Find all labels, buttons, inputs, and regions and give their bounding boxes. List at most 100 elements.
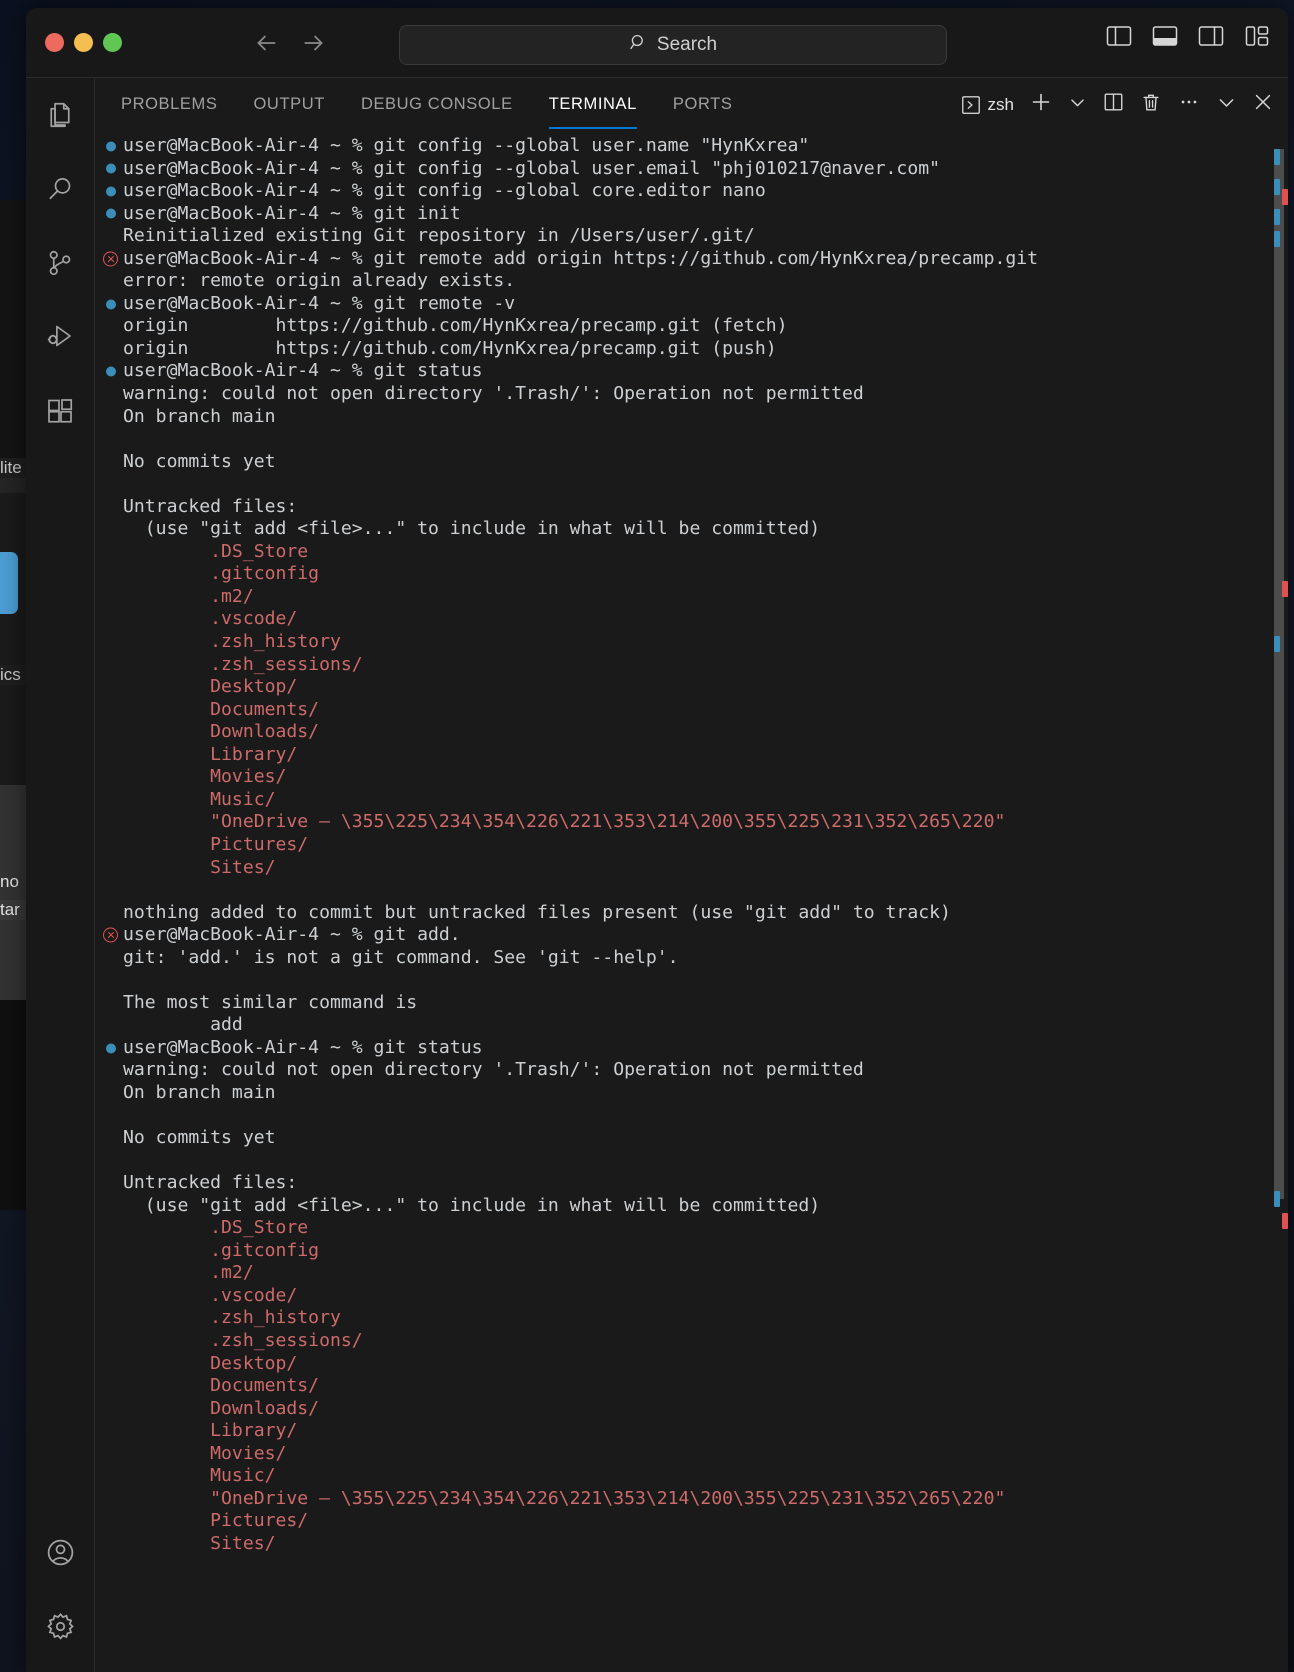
terminal-line [95,473,1270,496]
terminal-line: Movies/ [95,1443,1270,1466]
toggle-panel-icon[interactable] [1152,24,1178,48]
tab-ports[interactable]: PORTS [673,78,733,131]
overview-ruler-error-mark [1282,581,1288,597]
terminal-line: user@MacBook-Air-4 ~ % git init [95,203,1270,226]
terminal-line: add [95,1014,1270,1037]
terminal-scrollbar-thumb[interactable] [1274,149,1284,1199]
overview-ruler-error-mark [1282,1213,1288,1229]
terminal-line-text: Movies/ [123,766,287,788]
terminal-line-text: .zsh_history [123,1307,341,1329]
terminal-line-text: (use "git add <file>..." to include in w… [123,1194,821,1216]
activity-bar-bottom [26,1515,94,1663]
sidebar-item-manage-settings[interactable] [26,1589,94,1663]
run-debug-icon [45,322,75,352]
terminal-line: .vscode/ [95,1285,1270,1308]
terminal-line: error: remote origin already exists. [95,270,1270,293]
close-panel-close-icon[interactable] [1252,91,1274,118]
minimize-window-button[interactable] [74,33,93,52]
terminal-line-text: (use "git add <file>..." to include in w… [123,518,821,540]
navigation-buttons [253,30,327,56]
files-icon [45,100,75,130]
terminal-line-gutter [103,748,118,763]
tab-problems[interactable]: PROBLEMS [121,78,218,131]
new-terminal-button[interactable] [1029,90,1053,119]
terminal-line-text: user@MacBook-Air-4 ~ % git status [123,360,483,382]
terminal-line-text: .zsh_sessions/ [123,1329,363,1351]
terminal-line: .DS_Store [95,1217,1270,1240]
terminal-line: Pictures/ [95,1510,1270,1533]
background-window-text-fragment-4: tar [0,900,26,920]
terminal-line-gutter [103,770,118,785]
terminal-shell-selector[interactable]: zsh [960,94,1014,116]
account-icon [45,1537,76,1568]
hide-panel-chevron-down-icon[interactable] [1216,92,1237,118]
sidebar-item-explorer[interactable] [26,78,94,152]
tab-output[interactable]: OUTPUT [254,78,325,131]
more-actions-ellipsis-icon[interactable] [1177,91,1201,118]
background-window-top-region [0,200,26,458]
terminal-line: .zsh_sessions/ [95,1330,1270,1353]
terminal-line: Downloads/ [95,1398,1270,1421]
terminal-scrollbar[interactable] [1270,131,1288,1672]
search-icon [45,174,75,204]
shell-name-label: zsh [987,94,1014,114]
toggle-secondary-sidebar-icon[interactable] [1198,24,1224,48]
sidebar-item-search[interactable] [26,152,94,226]
terminal-line: .gitconfig [95,563,1270,586]
split-terminal-button[interactable] [1102,91,1125,118]
terminal-line: Untracked files: [95,1172,1270,1195]
command-decoration-success-icon [103,364,118,379]
new-terminal-dropdown-chevron-down-icon[interactable] [1068,93,1087,117]
terminal-line: git: 'add.' is not a git command. See 'g… [95,947,1270,970]
terminal-line: Library/ [95,1420,1270,1443]
back-arrow-icon[interactable] [253,30,279,56]
terminal-line: Downloads/ [95,721,1270,744]
maximize-window-button[interactable] [103,33,122,52]
terminal-line-text: user@MacBook-Air-4 ~ % git remote -v [123,292,516,314]
background-window-mid-region [0,493,26,785]
background-window-text-fragment-3: no [0,872,19,891]
toggle-primary-sidebar-icon[interactable] [1106,24,1132,48]
terminal-line: Library/ [95,744,1270,767]
customize-layout-icon[interactable] [1244,24,1270,48]
terminal-line-text: Downloads/ [123,721,320,743]
terminal-line-gutter [103,477,118,492]
terminal-line: .m2/ [95,586,1270,609]
sidebar-item-source-control[interactable] [26,226,94,300]
terminal-view[interactable]: user@MacBook-Air-4 ~ % git config --glob… [95,131,1288,1672]
command-decoration-success-icon [103,206,118,221]
sidebar-item-extensions[interactable] [26,374,94,448]
kill-terminal-button[interactable] [1140,91,1162,119]
forward-arrow-icon[interactable] [301,30,327,56]
terminal-line-text: Desktop/ [123,1352,298,1374]
tab-debug-console[interactable]: DEBUG CONSOLE [361,78,513,131]
background-window-bottom-region [0,1000,26,1210]
terminal-line: Untracked files: [95,496,1270,519]
sidebar-item-accounts[interactable] [26,1515,94,1589]
terminal-line: Music/ [95,1465,1270,1488]
terminal-line-gutter [103,545,118,560]
terminal-line-gutter [103,1018,118,1033]
terminal-line-gutter [103,1266,118,1281]
terminal-line-gutter [103,1537,118,1552]
terminal-line-gutter [103,319,118,334]
terminal-line: .zsh_sessions/ [95,654,1270,677]
terminal-line-text: Documents/ [123,698,320,720]
terminal-output: user@MacBook-Air-4 ~ % git config --glob… [95,135,1270,1555]
terminal-line: .gitconfig [95,1240,1270,1263]
terminal-line-gutter [103,432,118,447]
terminal-line-gutter [103,1356,118,1371]
terminal-line-gutter [103,1424,118,1439]
terminal-line-gutter [103,1063,118,1078]
terminal-line: user@MacBook-Air-4 ~ % git remote add or… [95,248,1270,271]
close-window-button[interactable] [45,33,64,52]
command-center-search[interactable]: Search [399,25,947,65]
terminal-line-gutter [103,1198,118,1213]
terminal-line-text: Documents/ [123,1375,320,1397]
sidebar-item-run-and-debug[interactable] [26,300,94,374]
background-window-sliver[interactable]: lite ics no tar [0,200,27,1210]
tab-terminal[interactable]: TERMINAL [548,78,638,131]
overview-ruler-error-mark [1282,189,1288,205]
terminal-line: .zsh_history [95,631,1270,654]
terminal-line-text: Pictures/ [123,1510,309,1532]
